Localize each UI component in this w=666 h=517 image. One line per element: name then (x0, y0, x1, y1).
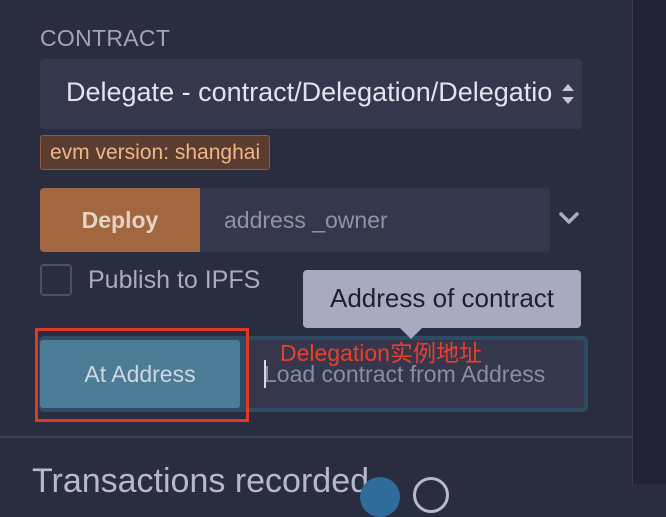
text-cursor (264, 360, 266, 388)
annotation-label: Delegation实例地址 (280, 340, 482, 366)
help-icon[interactable] (413, 477, 449, 513)
address-tooltip: Address of contract (303, 270, 581, 328)
deploy-button[interactable]: Deploy (40, 188, 200, 252)
annotation-highlight-box (35, 328, 249, 422)
right-side-strip (632, 0, 666, 484)
deploy-run-panel: CONTRACT Delegate - contract/Delegation/… (0, 0, 632, 517)
chevron-down-icon[interactable] (557, 209, 581, 227)
contract-select[interactable]: Delegate - contract/Delegation/Delegatio… (40, 59, 582, 129)
publish-ipfs-label: Publish to IPFS (88, 266, 261, 294)
tooltip-text: Address of contract (330, 283, 554, 313)
contract-select-value: Delegate - contract/Delegation/Delegatio… (66, 77, 552, 107)
deploy-row: Deploy address _owner (40, 188, 550, 252)
contract-section-label: CONTRACT (40, 25, 171, 51)
section-divider (0, 436, 632, 438)
evm-version-badge: evm version: shanghai (40, 135, 271, 170)
transactions-recorded-heading: Transactions recorded (32, 462, 370, 500)
select-arrows-icon (562, 84, 574, 104)
owner-address-input[interactable]: address _owner (200, 188, 550, 252)
publish-ipfs-checkbox[interactable] (40, 264, 72, 296)
info-icon[interactable] (360, 477, 400, 517)
